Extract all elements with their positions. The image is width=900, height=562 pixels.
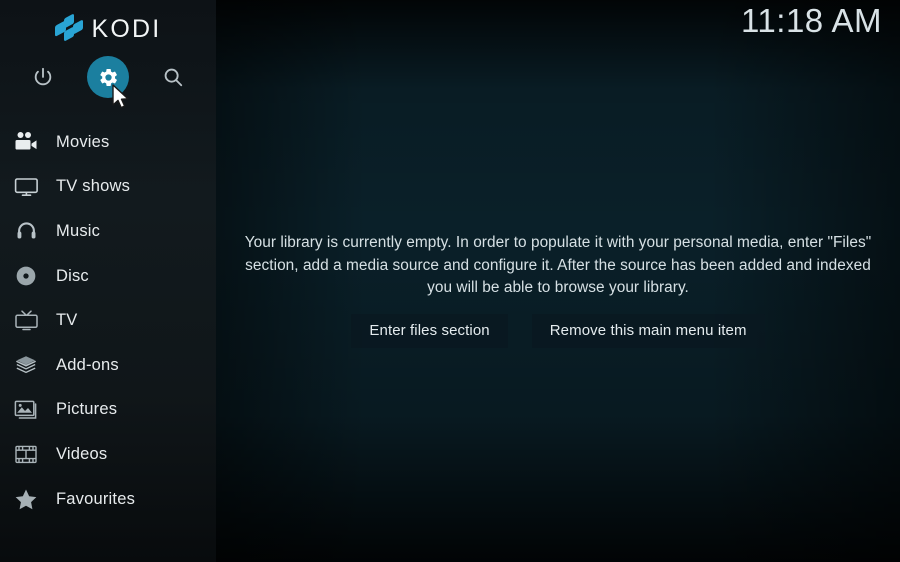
sidebar-item-label: Add-ons <box>56 355 119 374</box>
movie-camera-icon <box>8 128 44 156</box>
power-icon <box>32 66 54 88</box>
star-icon <box>8 485 44 513</box>
sidebar-item-label: Videos <box>56 444 108 463</box>
app-title: KODI <box>91 14 162 43</box>
gear-icon <box>98 67 119 88</box>
sidebar-item-music[interactable]: Music <box>0 209 216 254</box>
sidebar-item-label: Music <box>56 221 101 240</box>
kodi-logo-icon <box>54 13 83 42</box>
search-button[interactable] <box>152 56 194 98</box>
settings-button[interactable] <box>87 56 129 98</box>
film-strip-icon <box>8 440 44 468</box>
television-icon <box>8 307 44 335</box>
sidebar-item-label: TV <box>56 311 78 330</box>
picture-frame-icon <box>8 396 44 424</box>
sidebar-item-disc[interactable]: Disc <box>0 254 216 299</box>
open-box-icon <box>8 351 44 379</box>
clock: 11:18 AM <box>741 2 882 39</box>
sidebar: KODI Movies TV shows Music Disc TV Add-o… <box>0 0 216 562</box>
sidebar-item-tv-shows[interactable]: TV shows <box>0 165 216 210</box>
action-button-row: Enter files section Remove this main men… <box>216 313 900 348</box>
power-button[interactable] <box>22 56 64 98</box>
sidebar-item-label: Favourites <box>56 489 136 508</box>
kodi-window: KODI Movies TV shows Music Disc TV Add-o… <box>0 0 900 562</box>
toolbar <box>0 52 216 102</box>
sidebar-item-favourites[interactable]: Favourites <box>0 477 216 522</box>
sidebar-item-label: Disc <box>56 266 89 285</box>
sidebar-item-add-ons[interactable]: Add-ons <box>0 343 216 388</box>
enter-files-section-button[interactable]: Enter files section <box>351 313 508 348</box>
sidebar-item-movies[interactable]: Movies <box>0 120 216 165</box>
empty-library-content: Your library is currently empty. In orde… <box>216 232 900 348</box>
main-menu: Movies TV shows Music Disc TV Add-ons Pi… <box>0 120 216 521</box>
empty-library-message: Your library is currently empty. In orde… <box>244 234 872 296</box>
sidebar-item-label: Movies <box>56 132 110 151</box>
headphones-icon <box>8 217 44 245</box>
sidebar-item-pictures[interactable]: Pictures <box>0 388 216 433</box>
sidebar-item-videos[interactable]: Videos <box>0 432 216 477</box>
monitor-icon <box>8 173 44 201</box>
app-logo: KODI <box>0 0 216 52</box>
sidebar-item-label: TV shows <box>56 177 131 196</box>
disc-icon <box>8 262 44 290</box>
search-icon <box>162 66 184 88</box>
remove-main-menu-item-button[interactable]: Remove this main menu item <box>531 313 765 348</box>
sidebar-item-tv[interactable]: TV <box>0 298 216 343</box>
sidebar-item-label: Pictures <box>56 400 118 419</box>
main-panel: 11:18 AM Your library is currently empty… <box>216 0 900 562</box>
